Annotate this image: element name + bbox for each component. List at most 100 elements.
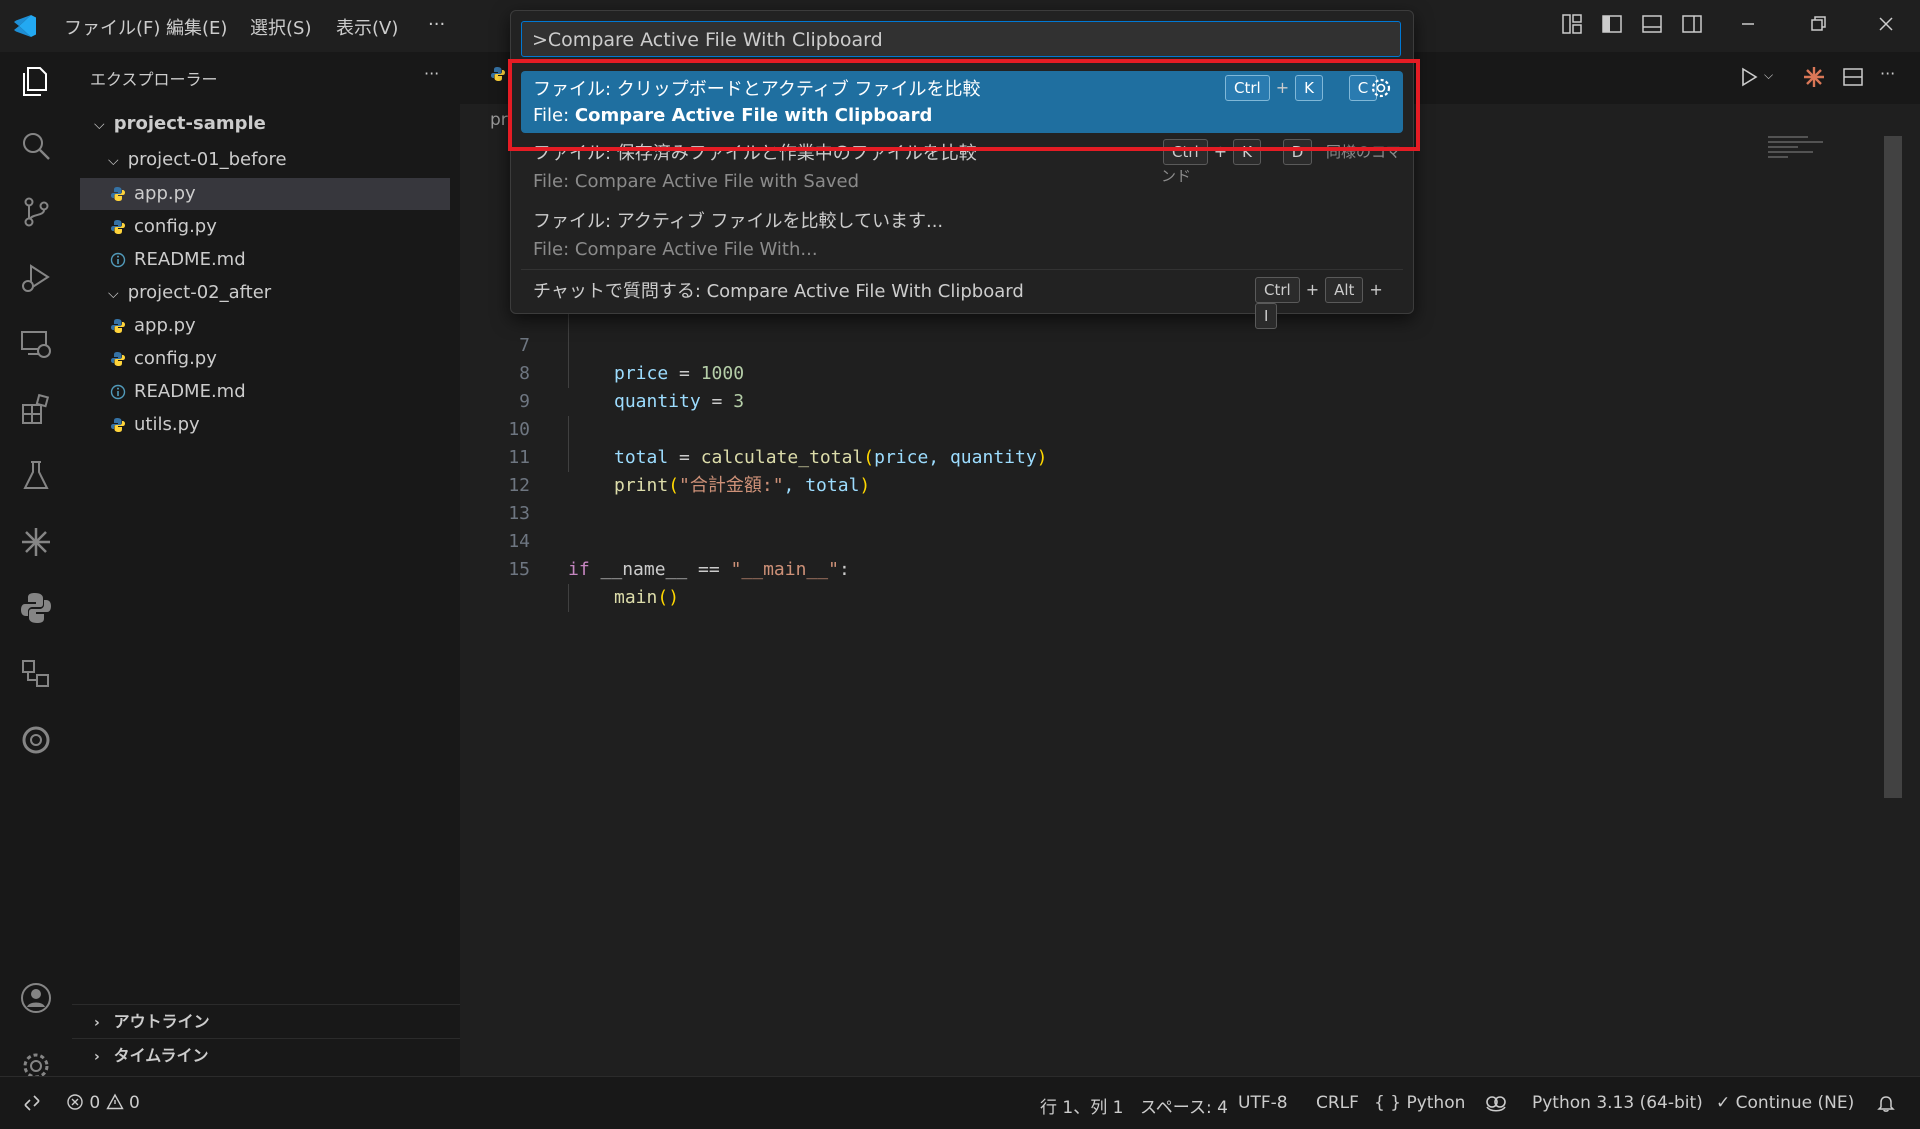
end-of-line[interactable]: CRLF (1316, 1093, 1359, 1113)
code-line: 9 (519, 391, 530, 412)
folder-project-02-label: project-02_after (127, 282, 272, 303)
minimize-icon[interactable] (1736, 12, 1760, 36)
account-icon[interactable] (18, 980, 54, 1016)
code-line: 12 (508, 475, 530, 496)
testing-icon[interactable] (18, 458, 54, 494)
explorer-title: エクスプローラー (90, 70, 218, 89)
code-line: 14 if __name__ == "__main__": (508, 531, 850, 580)
command-palette-input[interactable]: >Compare Active File With Clipboard (521, 21, 1401, 57)
outline-label: アウトライン (113, 1012, 210, 1031)
code-line: 15 main() (508, 559, 680, 608)
code-view[interactable]: 7 price = 1000 8 quantity = 3 9 10 total… (460, 304, 1760, 624)
split-editor-icon[interactable] (1842, 66, 1864, 88)
keybinding: Ctrl + Alt +I (1253, 277, 1403, 329)
warning-icon (105, 1093, 124, 1110)
file-readme-02-label: README.md (134, 381, 246, 402)
cursor-position[interactable]: 行 1、列 1 (1040, 1093, 1123, 1118)
python-file-icon (111, 352, 125, 366)
minimap[interactable] (1768, 132, 1838, 172)
python-file-icon (111, 187, 125, 201)
customize-layout-icon[interactable] (1560, 12, 1584, 36)
editor-scrollbar[interactable] (1884, 136, 1902, 798)
file-utils-py-02[interactable]: utils.py (80, 409, 450, 441)
breadcrumb[interactable]: pr (490, 110, 508, 130)
python-tab-icon (490, 66, 506, 87)
close-icon[interactable] (1874, 12, 1898, 36)
continue-status[interactable]: ✓ Continue (NE) (1716, 1093, 1854, 1113)
explorer-icon[interactable] (18, 64, 54, 100)
info-icon (110, 384, 126, 400)
extensions-icon[interactable] (18, 392, 54, 428)
file-app-py-01[interactable]: app.py (80, 178, 450, 210)
project-manager-icon[interactable] (18, 656, 54, 692)
info-icon (110, 252, 126, 268)
python-icon[interactable] (18, 590, 54, 626)
file-config-py-02[interactable]: config.py (80, 343, 450, 375)
explorer-more-button[interactable]: ··· (424, 64, 439, 83)
palette-item-subtitle: File: Compare Active File with Saved (533, 171, 860, 192)
remote-explorer-icon[interactable] (18, 326, 54, 362)
openai-icon[interactable] (18, 722, 54, 758)
editor-more-actions[interactable]: ··· (1880, 64, 1895, 83)
status-bar: 0 0 行 1、列 1 スペース: 4 UTF-8 CRLF { } Pytho… (0, 1076, 1920, 1129)
palette-item-compare-with[interactable]: ファイル: アクティブ ファイルを比較しています... File: Compar… (521, 207, 1403, 269)
file-app-py-01-label: app.py (134, 183, 196, 204)
remote-connection-icon[interactable] (22, 1093, 42, 1113)
timeline-section[interactable]: › タイムライン (80, 1040, 450, 1072)
toggle-secondary-sidebar-icon[interactable] (1680, 12, 1704, 36)
python-interpreter[interactable]: Python 3.13 (64-bit) (1532, 1093, 1703, 1113)
annotation-highlight-box (508, 59, 1420, 151)
file-config-py-02-label: config.py (134, 348, 217, 369)
explorer-sidebar: エクスプローラー ··· ⌵ project-sample ⌵ project-… (72, 52, 461, 1076)
palette-item-ask-chat[interactable]: チャットで質問する: Compare Active File With Clip… (521, 273, 1403, 329)
file-utils-py-02-label: utils.py (134, 414, 200, 435)
outline-section[interactable]: › アウトライン (80, 1006, 450, 1038)
folder-project-01-label: project-01_before (127, 149, 287, 170)
file-config-py-01-label: config.py (134, 216, 217, 237)
file-readme-01-label: README.md (134, 249, 246, 270)
copilot-icon[interactable] (1484, 1092, 1508, 1114)
python-file-icon (111, 418, 125, 432)
run-debug-icon[interactable] (18, 260, 54, 296)
file-config-py-01[interactable]: config.py (80, 211, 450, 243)
toggle-primary-sidebar-icon[interactable] (1600, 12, 1624, 36)
menu-more[interactable]: ··· (428, 14, 445, 35)
menu-file[interactable]: ファイル(F) (64, 14, 160, 40)
indentation[interactable]: スペース: 4 (1140, 1093, 1228, 1118)
source-control-icon[interactable] (18, 194, 54, 230)
code-line: 11 print("合計金額:", total) (508, 447, 871, 496)
activity-bar (0, 52, 73, 1079)
vscode-logo-icon (14, 15, 36, 37)
python-file-icon (111, 220, 125, 234)
menu-selection[interactable]: 選択(S) (250, 14, 311, 40)
problems-indicator[interactable]: 0 0 (66, 1093, 140, 1113)
claude-sparkle-icon[interactable] (18, 524, 54, 560)
palette-item-subtitle: File: Compare Active File With... (533, 239, 818, 260)
language-mode[interactable]: { } Python (1374, 1093, 1465, 1113)
code-line: 8 quantity = 3 (519, 363, 745, 412)
file-app-py-02-label: app.py (134, 315, 196, 336)
file-readme-02[interactable]: README.md (80, 376, 450, 408)
menu-view[interactable]: 表示(V) (336, 14, 398, 40)
palette-item-title: ファイル: アクティブ ファイルを比較しています... (533, 211, 944, 232)
timeline-label: タイムライン (113, 1046, 209, 1065)
toggle-panel-icon[interactable] (1640, 12, 1664, 36)
error-icon (67, 1094, 83, 1110)
claude-code-icon[interactable] (1802, 65, 1826, 89)
folder-root-label: project-sample (113, 113, 266, 134)
folder-project-02[interactable]: ⌵ project-02_after (80, 277, 450, 309)
notifications-bell-icon[interactable] (1876, 1093, 1896, 1113)
menu-edit[interactable]: 編集(E) (166, 14, 227, 40)
python-file-icon (111, 319, 125, 333)
search-icon[interactable] (18, 128, 54, 164)
code-line: 13 (508, 503, 530, 524)
file-app-py-02[interactable]: app.py (80, 310, 450, 342)
code-line: 10 total = calculate_total(price, quanti… (508, 419, 1048, 468)
encoding[interactable]: UTF-8 (1238, 1093, 1288, 1113)
folder-project-01[interactable]: ⌵ project-01_before (80, 144, 450, 176)
folder-root[interactable]: ⌵ project-sample (80, 108, 450, 140)
file-readme-01[interactable]: README.md (80, 244, 450, 276)
run-dropdown-chevron-icon[interactable]: ⌵ (1764, 68, 1773, 83)
run-file-icon[interactable] (1738, 66, 1760, 88)
restore-icon[interactable] (1806, 12, 1830, 36)
